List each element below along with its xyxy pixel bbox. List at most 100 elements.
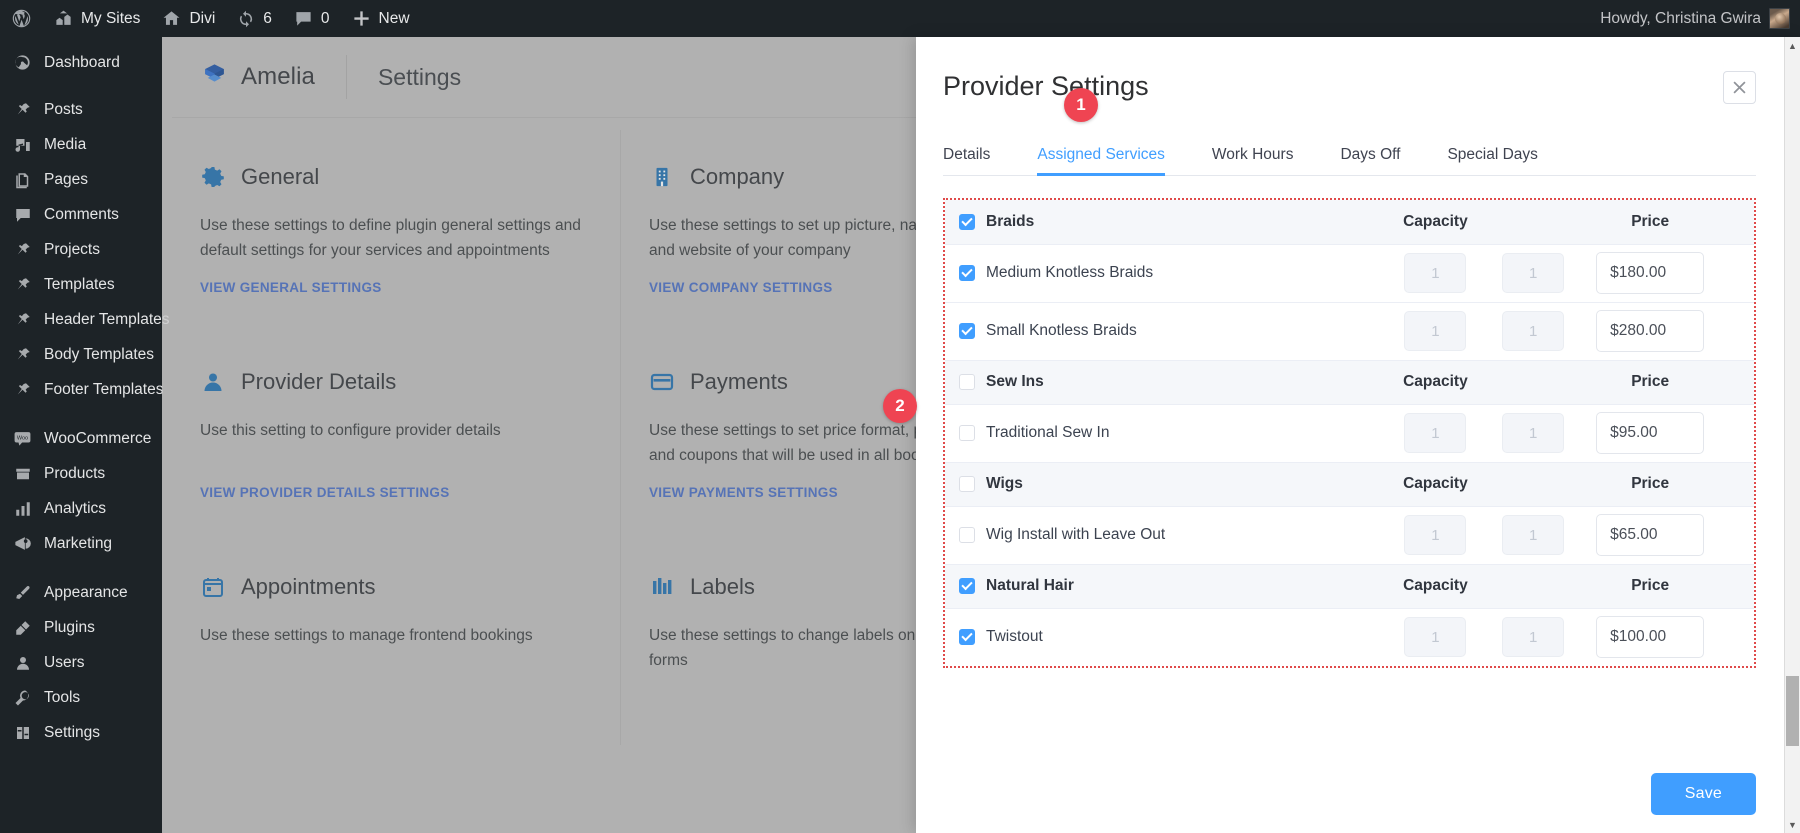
min-capacity-cell: 1 xyxy=(1386,244,1484,302)
sidebar-item-label: Body Templates xyxy=(44,346,154,364)
service-checkbox-twistout[interactable] xyxy=(959,629,975,645)
admin-bar-account-area[interactable]: Howdy, Christina Gwira xyxy=(1600,8,1800,29)
price-input[interactable]: $65.00 xyxy=(1596,514,1704,556)
admin-bar-item-new[interactable]: New xyxy=(341,0,421,37)
service-checkbox-small-knotless-braids[interactable] xyxy=(959,323,975,339)
sidebar-item-users[interactable]: Users xyxy=(0,645,162,680)
max-capacity-input[interactable]: 1 xyxy=(1502,253,1564,293)
max-capacity-cell: 1 xyxy=(1484,244,1582,302)
sidebar-item-comments[interactable]: Comments xyxy=(0,197,162,232)
pin-icon xyxy=(12,379,33,400)
tab-special-days[interactable]: Special Days xyxy=(1447,146,1537,175)
sidebar-item-templates[interactable]: Templates xyxy=(0,267,162,302)
svg-text:Woo: Woo xyxy=(17,435,28,441)
sidebar-item-projects[interactable]: Projects xyxy=(0,232,162,267)
megaphone-icon xyxy=(12,533,33,554)
sidebar-item-header-templates[interactable]: Header Templates xyxy=(0,302,162,337)
sidebar-item-tools[interactable]: Tools xyxy=(0,680,162,715)
sidebar-item-footer-templates[interactable]: Footer Templates xyxy=(0,372,162,407)
min-capacity-input[interactable]: 1 xyxy=(1404,617,1466,657)
pin-icon xyxy=(12,239,33,260)
sidebar-item-settings[interactable]: Settings xyxy=(0,715,162,750)
chevron-down-icon[interactable]: ▼ xyxy=(1785,816,1800,833)
capacity-column-header: Capacity xyxy=(1386,564,1484,608)
sidebar-item-plugins[interactable]: Plugins xyxy=(0,610,162,645)
service-name-cell: Traditional Sew In xyxy=(945,404,1386,462)
admin-bar-item-comments[interactable]: 0 xyxy=(283,0,341,37)
tab-assigned-services[interactable]: Assigned Services xyxy=(1037,146,1165,175)
category-checkbox-braids[interactable] xyxy=(959,214,975,230)
sidebar-item-media[interactable]: Media xyxy=(0,127,162,162)
max-capacity-input[interactable]: 1 xyxy=(1502,413,1564,453)
table-row-category[interactable]: Natural Hair Capacity Price xyxy=(945,564,1754,608)
chevron-up-icon[interactable]: ▲ xyxy=(1785,37,1800,54)
sidebar-item-appearance[interactable]: Appearance xyxy=(0,575,162,610)
admin-bar-label: New xyxy=(379,10,410,28)
admin-bar-item-updates[interactable]: 6 xyxy=(226,0,283,37)
category-label: Braids xyxy=(986,213,1034,231)
close-icon[interactable] xyxy=(1723,71,1756,104)
sidebar-item-label: Appearance xyxy=(44,584,128,602)
service-checkbox-wig-install-with-leave-out[interactable] xyxy=(959,527,975,543)
sidebar-item-woocommerce[interactable]: Woo WooCommerce xyxy=(0,421,162,456)
sidebar-item-body-templates[interactable]: Body Templates xyxy=(0,337,162,372)
table-row: Twistout 1 1 $100.00 xyxy=(945,608,1754,666)
howdy-greeting: Howdy, Christina Gwira xyxy=(1600,10,1761,28)
pin-icon xyxy=(12,274,33,295)
table-row-category[interactable]: Braids Capacity Price xyxy=(945,200,1754,244)
price-input[interactable]: $95.00 xyxy=(1596,412,1704,454)
sidebar-item-products[interactable]: Products xyxy=(0,456,162,491)
price-input[interactable]: $100.00 xyxy=(1596,616,1704,658)
avatar xyxy=(1769,8,1790,29)
category-checkbox-natural-hair[interactable] xyxy=(959,578,975,594)
min-capacity-input[interactable]: 1 xyxy=(1404,253,1466,293)
category-checkbox-sew-ins[interactable] xyxy=(959,374,975,390)
tab-details[interactable]: Details xyxy=(943,146,990,175)
table-row: Traditional Sew In 1 1 $95.00 xyxy=(945,404,1754,462)
table-row-category[interactable]: Sew Ins Capacity Price xyxy=(945,360,1754,404)
drawer-title-bar: Provider Settings xyxy=(916,37,1800,104)
admin-bar-item-divi[interactable]: Divi xyxy=(151,0,226,37)
sidebar-item-dashboard[interactable]: Dashboard xyxy=(0,45,162,80)
table-row-category[interactable]: Wigs Capacity Price xyxy=(945,462,1754,506)
max-capacity-input[interactable]: 1 xyxy=(1502,515,1564,555)
sidebar-item-label: Media xyxy=(44,136,86,154)
max-capacity-input[interactable]: 1 xyxy=(1502,617,1564,657)
max-capacity-input[interactable]: 1 xyxy=(1502,311,1564,351)
tab-work-hours[interactable]: Work Hours xyxy=(1212,146,1294,175)
sidebar-item-label: Comments xyxy=(44,206,119,224)
row-end-spacer xyxy=(1718,360,1754,404)
pin-icon xyxy=(12,309,33,330)
sidebar-item-pages[interactable]: Pages xyxy=(0,162,162,197)
tab-days-off[interactable]: Days Off xyxy=(1340,146,1400,175)
sidebar-item-analytics[interactable]: Analytics xyxy=(0,491,162,526)
category-checkbox-wigs[interactable] xyxy=(959,476,975,492)
save-button[interactable]: Save xyxy=(1651,773,1756,815)
scrollbar-track[interactable] xyxy=(1785,54,1800,816)
scrollbar-thumb[interactable] xyxy=(1786,676,1799,746)
min-capacity-input[interactable]: 1 xyxy=(1404,413,1466,453)
price-input[interactable]: $180.00 xyxy=(1596,252,1704,294)
admin-bar-item-my-sites[interactable]: My Sites xyxy=(43,0,151,37)
sidebar-item-label: Posts xyxy=(44,101,83,119)
min-capacity-input[interactable]: 1 xyxy=(1404,515,1466,555)
comment-bubble-icon xyxy=(294,9,313,28)
admin-bar-label: Divi xyxy=(189,10,215,28)
price-column-header: Price xyxy=(1582,462,1718,506)
service-checkbox-traditional-sew-in[interactable] xyxy=(959,425,975,441)
sidebar-item-posts[interactable]: Posts xyxy=(0,92,162,127)
pages-icon xyxy=(12,169,33,190)
plug-icon xyxy=(12,617,33,638)
category-name-cell: Sew Ins xyxy=(945,360,1386,404)
price-column-header: Price xyxy=(1582,564,1718,608)
price-input[interactable]: $280.00 xyxy=(1596,310,1704,352)
min-capacity-input[interactable]: 1 xyxy=(1404,311,1466,351)
assigned-services-highlight-region: Braids Capacity Price Medium Knotless B xyxy=(943,198,1756,668)
capacity-column-header: Capacity xyxy=(1386,360,1484,404)
service-checkbox-medium-knotless-braids[interactable] xyxy=(959,265,975,281)
drawer-scrollbar[interactable]: ▲ ▼ xyxy=(1784,37,1800,833)
category-name-cell: Braids xyxy=(945,200,1386,244)
sidebar-item-marketing[interactable]: Marketing xyxy=(0,526,162,561)
capacity-column-header: Capacity xyxy=(1386,200,1484,244)
wordpress-logo-menu[interactable] xyxy=(0,0,43,37)
